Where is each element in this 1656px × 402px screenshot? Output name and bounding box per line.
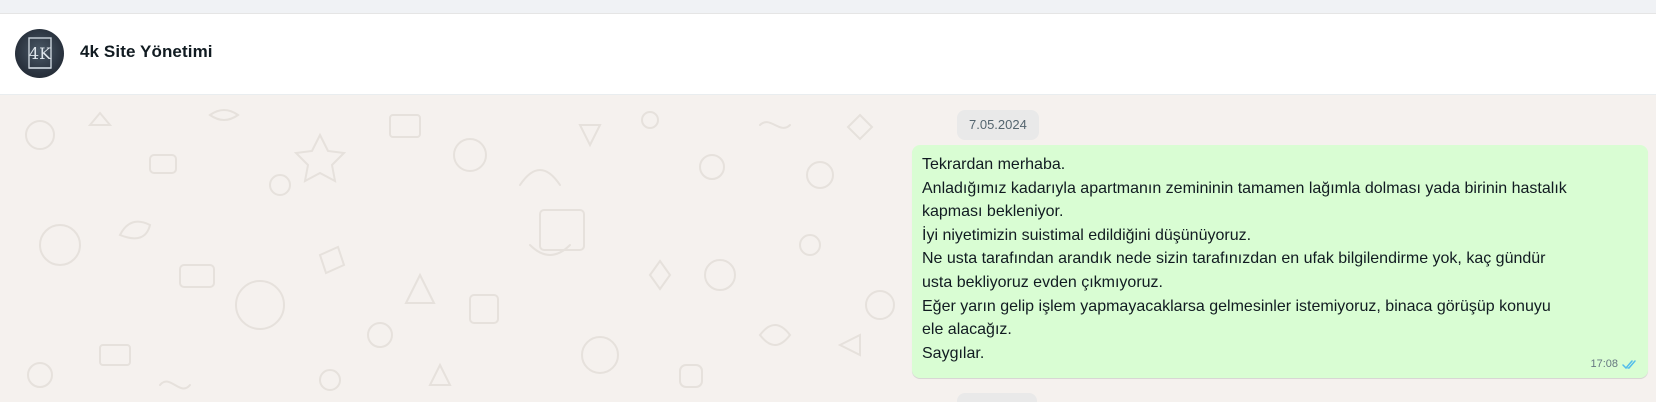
avatar-logo-icon: 4K: [28, 37, 52, 69]
double-check-read-icon: [1622, 359, 1636, 369]
message-line: usta bekliyoruz evden çıkmıyoruz.: [922, 273, 1163, 291]
message-line: Anladığımız kadarıyla apartmanın zeminin…: [922, 179, 1567, 197]
window-top-strip: [0, 0, 1656, 14]
date-separator-chip: 7.05.2024: [957, 110, 1039, 140]
message-line: Eğer yarın gelip işlem yapmayacaklarsa g…: [922, 297, 1551, 315]
message-line: Ne usta tarafından arandık nede sizin ta…: [922, 250, 1546, 268]
message-line: kapması bekleniyor.: [922, 203, 1064, 221]
contact-name[interactable]: 4k Site Yönetimi: [80, 42, 213, 62]
chat-header[interactable]: 4K 4k Site Yönetimi: [0, 14, 1656, 95]
chat-panel: 7.05.2024 Tekrardan merhaba. Anladığımız…: [0, 95, 1656, 402]
svg-text:4K: 4K: [29, 44, 52, 63]
message-line: Tekrardan merhaba.: [922, 156, 1066, 173]
next-date-chip-partial: [957, 393, 1037, 402]
message-line: Saygılar.: [922, 344, 985, 362]
message-line: ele alacağız.: [922, 321, 1012, 339]
message-text: Tekrardan merhaba. Anladığımız kadarıyla…: [922, 153, 1567, 365]
message-meta: 17:08: [1590, 358, 1638, 370]
message-line: İyi niyetimizin suistimal edildiğini düş…: [922, 226, 1252, 244]
avatar[interactable]: 4K: [15, 29, 64, 78]
outgoing-message-bubble[interactable]: Tekrardan merhaba. Anladığımız kadarıyla…: [912, 145, 1648, 378]
message-time: 17:08: [1590, 358, 1618, 370]
